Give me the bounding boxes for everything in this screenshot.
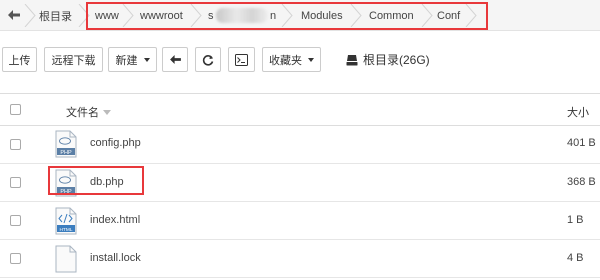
refresh-icon xyxy=(202,54,214,66)
breadcrumb-item-common[interactable]: Common xyxy=(369,0,414,31)
table-row[interactable]: PHP db.php 368 B xyxy=(0,164,600,202)
hard-drive-icon xyxy=(346,54,358,65)
column-name-label: 文件名 xyxy=(66,107,99,119)
breadcrumb-item-www[interactable]: www xyxy=(95,0,119,31)
file-size: 368 B xyxy=(567,176,596,188)
file-name[interactable]: config.php xyxy=(90,137,141,149)
favorites-label: 收藏夹 xyxy=(269,54,302,67)
row-checkbox[interactable] xyxy=(10,177,21,188)
row-checkbox[interactable] xyxy=(10,215,21,226)
breadcrumb-separator xyxy=(465,4,477,27)
table-row[interactable]: HTML index.html 1 B xyxy=(0,202,600,240)
new-button[interactable]: 新建 xyxy=(108,47,157,72)
refresh-button[interactable] xyxy=(195,47,221,72)
breadcrumb-separator xyxy=(281,4,293,27)
file-size: 1 B xyxy=(567,214,584,226)
breadcrumb-separator xyxy=(122,4,134,27)
remote-download-label: 远程下载 xyxy=(51,54,96,67)
table-row[interactable]: install.lock 4 B xyxy=(0,240,600,278)
chevron-down-icon xyxy=(143,57,150,62)
html-icon-text: HTML xyxy=(59,227,72,233)
breadcrumb-separator xyxy=(190,4,202,27)
breadcrumb-item-site-end[interactable]: n xyxy=(270,0,276,31)
file-name[interactable]: install.lock xyxy=(90,252,141,264)
row-checkbox[interactable] xyxy=(10,253,21,264)
breadcrumb-separator xyxy=(350,4,362,27)
favorites-button[interactable]: 收藏夹 xyxy=(262,47,321,72)
blank-file-icon xyxy=(55,245,77,273)
php-icon-text: PHP xyxy=(60,150,72,156)
breadcrumb-item-site-start[interactable]: s xyxy=(208,0,214,31)
file-size: 4 B xyxy=(567,252,584,264)
select-all-checkbox[interactable] xyxy=(10,104,21,115)
column-header-size[interactable]: 大小 xyxy=(567,104,589,120)
breadcrumb-item-modules[interactable]: Modules xyxy=(301,0,343,31)
breadcrumb-root[interactable]: 根目录 xyxy=(39,0,72,31)
disk-root[interactable]: 根目录(26G) xyxy=(346,47,430,72)
table-header: 文件名 大小 xyxy=(0,93,600,126)
remote-download-button[interactable]: 远程下载 xyxy=(44,47,103,72)
file-name[interactable]: db.php xyxy=(90,176,124,188)
disk-label: 根目录(26G) xyxy=(363,53,430,67)
breadcrumb-separator xyxy=(78,4,90,27)
file-name[interactable]: index.html xyxy=(90,214,140,226)
breadcrumb-separator xyxy=(24,4,36,27)
back-button[interactable] xyxy=(162,47,188,72)
html-file-icon: HTML xyxy=(55,207,77,235)
new-label: 新建 xyxy=(115,54,138,67)
row-checkbox[interactable] xyxy=(10,139,21,150)
breadcrumb-separator xyxy=(421,4,433,27)
terminal-icon xyxy=(235,53,248,66)
breadcrumb: 根目录 www wwwroot s n Modules Common Conf xyxy=(0,0,600,31)
terminal-button[interactable] xyxy=(228,47,255,72)
sort-caret-icon xyxy=(103,109,111,115)
file-size: 401 B xyxy=(567,137,596,149)
back-icon[interactable] xyxy=(4,3,24,27)
php-icon-text: PHP xyxy=(60,189,72,195)
column-header-name[interactable]: 文件名 xyxy=(66,104,111,120)
breadcrumb-item-conf[interactable]: Conf xyxy=(437,0,460,31)
redacted-site-name xyxy=(216,8,268,23)
upload-button[interactable]: 上传 xyxy=(2,47,37,72)
chevron-down-icon xyxy=(308,57,314,62)
php-file-icon: PHP xyxy=(55,169,77,197)
arrow-left-icon xyxy=(169,55,181,64)
upload-label: 上传 xyxy=(8,54,31,67)
breadcrumb-item-wwwroot[interactable]: wwwroot xyxy=(140,0,183,31)
table-row[interactable]: PHP config.php 401 B xyxy=(0,126,600,164)
php-file-icon: PHP xyxy=(55,130,77,158)
